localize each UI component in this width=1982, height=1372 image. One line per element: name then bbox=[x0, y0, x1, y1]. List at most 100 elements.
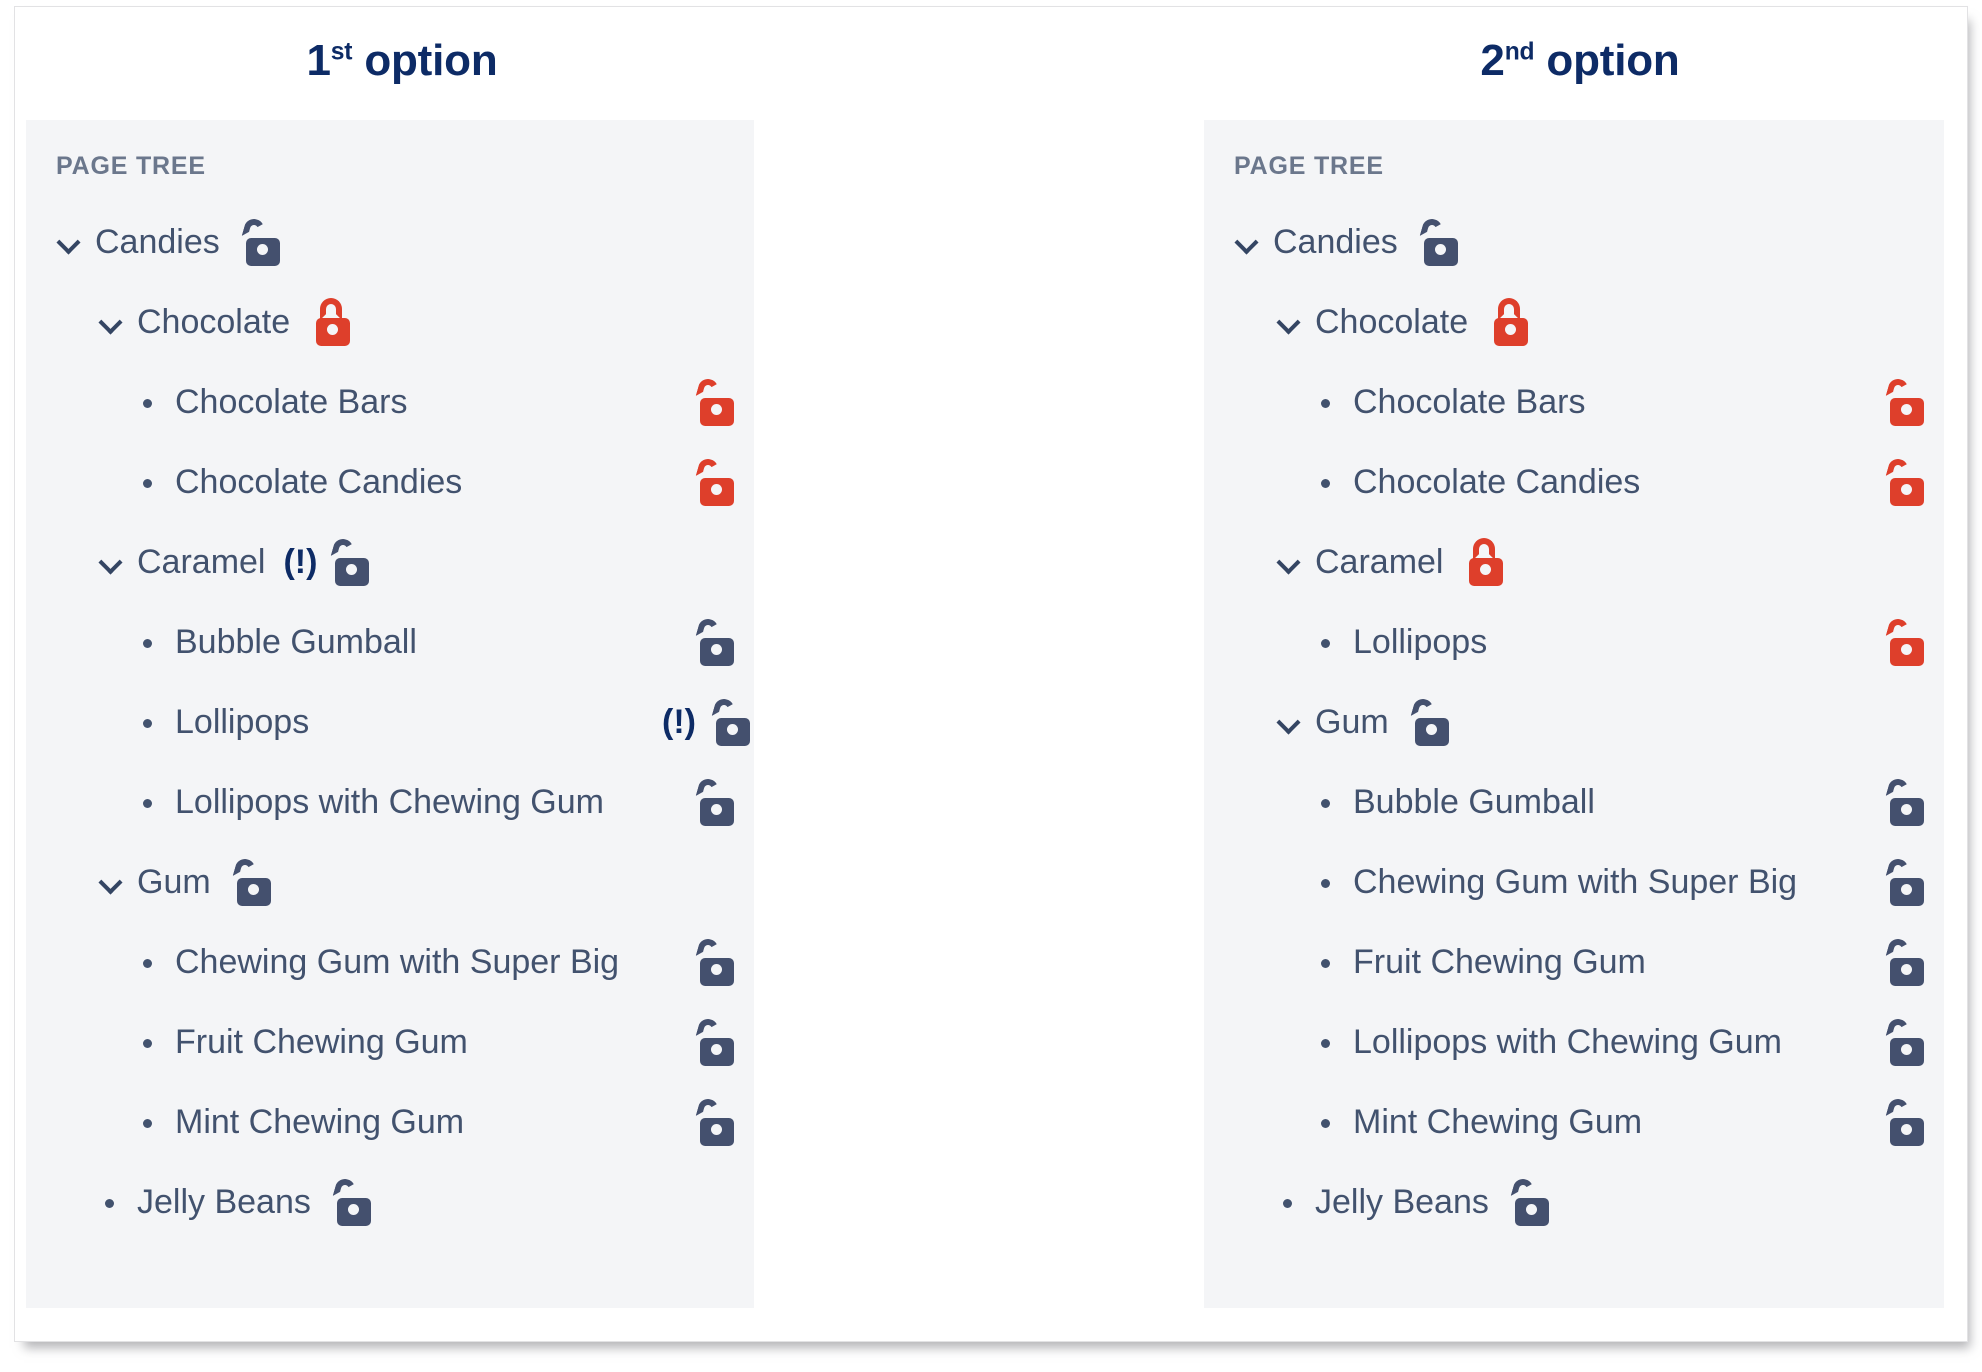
page-tree-row-label[interactable]: Gum bbox=[1315, 705, 1389, 739]
bullet-icon bbox=[136, 469, 162, 495]
unlocked-padlock-icon[interactable] bbox=[1885, 856, 1928, 906]
page-tree-row-label[interactable]: Chocolate bbox=[1315, 305, 1468, 339]
page-tree-row[interactable]: Chocolate Bars bbox=[26, 362, 754, 442]
unlocked-padlock-icon[interactable] bbox=[1885, 456, 1928, 506]
page-tree-row[interactable]: Jelly Beans bbox=[1204, 1162, 1944, 1242]
page-tree-row-label[interactable]: Candies bbox=[1273, 225, 1398, 259]
page-tree-row[interactable]: Gum bbox=[26, 842, 754, 922]
padlock-shackle bbox=[1498, 298, 1521, 320]
unlocked-padlock-icon[interactable] bbox=[332, 1176, 375, 1226]
chevron-down-icon[interactable] bbox=[98, 869, 124, 895]
unlocked-padlock-icon[interactable] bbox=[232, 856, 275, 906]
bullet-icon bbox=[136, 709, 162, 735]
unlocked-padlock-icon[interactable] bbox=[1885, 776, 1928, 826]
page-tree-row[interactable]: Chewing Gum with Super Big bbox=[26, 922, 754, 1002]
locked-padlock-icon[interactable] bbox=[1490, 298, 1532, 346]
page-tree-row-label[interactable]: Lollipops bbox=[1353, 625, 1487, 659]
page-tree-row[interactable]: Candies bbox=[1204, 202, 1944, 282]
unlocked-padlock-icon[interactable] bbox=[695, 376, 738, 426]
page-tree-row-label[interactable]: Lollipops bbox=[175, 705, 309, 739]
page-tree-row-label[interactable]: Caramel bbox=[1315, 545, 1443, 579]
chevron-down-icon[interactable] bbox=[98, 309, 124, 335]
locked-padlock-icon[interactable] bbox=[1465, 538, 1507, 586]
page-tree-row[interactable]: Lollipops with Chewing Gum bbox=[26, 762, 754, 842]
page-tree-row-label[interactable]: Fruit Chewing Gum bbox=[175, 1025, 468, 1059]
unlocked-padlock-icon[interactable] bbox=[695, 456, 738, 506]
page-tree-row-label[interactable]: Chocolate bbox=[137, 305, 290, 339]
padlock-keyhole bbox=[1901, 804, 1912, 815]
bullet-icon bbox=[98, 1189, 124, 1215]
chevron-down-icon[interactable] bbox=[1276, 549, 1302, 575]
unlocked-padlock-icon[interactable] bbox=[1885, 1096, 1928, 1146]
page-tree-row[interactable]: Lollipops (!) bbox=[26, 682, 754, 762]
unlocked-padlock-icon[interactable] bbox=[1885, 376, 1928, 426]
padlock-keyhole bbox=[256, 244, 268, 255]
locked-padlock-icon[interactable] bbox=[312, 298, 354, 346]
page-tree-row-label[interactable]: Gum bbox=[137, 865, 211, 899]
page-tree-row-label[interactable]: Chocolate Candies bbox=[175, 465, 462, 499]
page-tree-row[interactable]: Mint Chewing Gum bbox=[26, 1082, 754, 1162]
page-tree-row[interactable]: Candies bbox=[26, 202, 754, 282]
panel-title: PAGE TREE bbox=[56, 152, 206, 180]
page-tree-row[interactable]: Jelly Beans bbox=[26, 1162, 754, 1242]
page-tree-row-label[interactable]: Caramel bbox=[137, 545, 265, 579]
page-tree-row[interactable]: Chewing Gum with Super Big bbox=[1204, 842, 1944, 922]
unlocked-padlock-icon[interactable] bbox=[695, 1096, 738, 1146]
unlocked-padlock-icon[interactable] bbox=[695, 936, 738, 986]
unlocked-padlock-icon[interactable] bbox=[1885, 1016, 1928, 1066]
unlocked-padlock-icon[interactable] bbox=[695, 776, 738, 826]
chevron-down-icon[interactable] bbox=[1234, 229, 1260, 255]
bullet-icon bbox=[1314, 389, 1340, 415]
page-tree-row-label[interactable]: Chocolate Bars bbox=[175, 385, 407, 419]
page-tree-row[interactable]: Chocolate Candies bbox=[26, 442, 754, 522]
padlock-keyhole bbox=[727, 724, 738, 735]
page-tree-row-label[interactable]: Bubble Gumball bbox=[1353, 785, 1595, 819]
unlocked-padlock-icon[interactable] bbox=[695, 616, 738, 666]
unlocked-padlock-icon[interactable] bbox=[1410, 696, 1453, 746]
chevron-down-icon[interactable] bbox=[1276, 709, 1302, 735]
unlocked-padlock-icon[interactable] bbox=[1885, 936, 1928, 986]
unlocked-padlock-icon[interactable] bbox=[1510, 1176, 1553, 1226]
padlock-keyhole bbox=[711, 804, 722, 815]
page-tree-row[interactable]: Bubble Gumball bbox=[1204, 762, 1944, 842]
unlocked-padlock-icon[interactable] bbox=[241, 216, 284, 266]
page-root: 1st option 2nd option PAGE TREE Candies C… bbox=[0, 0, 1982, 1372]
page-tree-row-label[interactable]: Candies bbox=[95, 225, 220, 259]
page-tree-row-label[interactable]: Mint Chewing Gum bbox=[1353, 1105, 1642, 1139]
padlock-keyhole bbox=[711, 484, 722, 495]
page-tree-row-label[interactable]: Bubble Gumball bbox=[175, 625, 417, 659]
page-tree-row-label[interactable]: Jelly Beans bbox=[137, 1185, 311, 1219]
padlock-keyhole bbox=[1901, 644, 1912, 655]
page-tree-row[interactable]: Lollipops with Chewing Gum bbox=[1204, 1002, 1944, 1082]
chevron-down-icon[interactable] bbox=[1276, 309, 1302, 335]
page-tree-row-label[interactable]: Fruit Chewing Gum bbox=[1353, 945, 1646, 979]
page-tree-row[interactable]: Gum bbox=[1204, 682, 1944, 762]
chevron-down-icon[interactable] bbox=[98, 549, 124, 575]
unlocked-padlock-icon[interactable] bbox=[1885, 616, 1928, 666]
page-tree-row[interactable]: Caramel (!) bbox=[26, 522, 754, 602]
page-tree-row-label[interactable]: Chewing Gum with Super Big bbox=[175, 945, 619, 979]
unlocked-padlock-icon[interactable] bbox=[331, 536, 373, 586]
page-tree-row-label[interactable]: Chocolate Candies bbox=[1353, 465, 1640, 499]
page-tree-row-label[interactable]: Jelly Beans bbox=[1315, 1185, 1489, 1219]
page-tree-row-label[interactable]: Lollipops with Chewing Gum bbox=[1353, 1025, 1782, 1059]
page-tree-row[interactable]: Caramel bbox=[1204, 522, 1944, 602]
page-tree-row-label[interactable]: Lollipops with Chewing Gum bbox=[175, 785, 604, 819]
page-tree-row[interactable]: Fruit Chewing Gum bbox=[1204, 922, 1944, 1002]
page-tree-row[interactable]: Fruit Chewing Gum bbox=[26, 1002, 754, 1082]
page-tree-row[interactable]: Chocolate bbox=[1204, 282, 1944, 362]
page-tree-row[interactable]: Mint Chewing Gum bbox=[1204, 1082, 1944, 1162]
page-tree-row[interactable]: Chocolate Bars bbox=[1204, 362, 1944, 442]
unlocked-padlock-icon[interactable] bbox=[1419, 216, 1462, 266]
page-tree-row-label[interactable]: Chewing Gum with Super Big bbox=[1353, 865, 1797, 899]
page-tree-row[interactable]: Bubble Gumball bbox=[26, 602, 754, 682]
page-tree-row-label[interactable]: Chocolate Bars bbox=[1353, 385, 1585, 419]
page-tree-row-label[interactable]: Mint Chewing Gum bbox=[175, 1105, 464, 1139]
unlocked-padlock-icon[interactable] bbox=[695, 1016, 738, 1066]
page-tree-row[interactable]: Chocolate Candies bbox=[1204, 442, 1944, 522]
bullet-icon bbox=[1314, 949, 1340, 975]
page-tree-row[interactable]: Chocolate bbox=[26, 282, 754, 362]
page-tree-row[interactable]: Lollipops bbox=[1204, 602, 1944, 682]
chevron-down-icon[interactable] bbox=[56, 229, 82, 255]
unlocked-padlock-icon[interactable] bbox=[711, 696, 754, 746]
